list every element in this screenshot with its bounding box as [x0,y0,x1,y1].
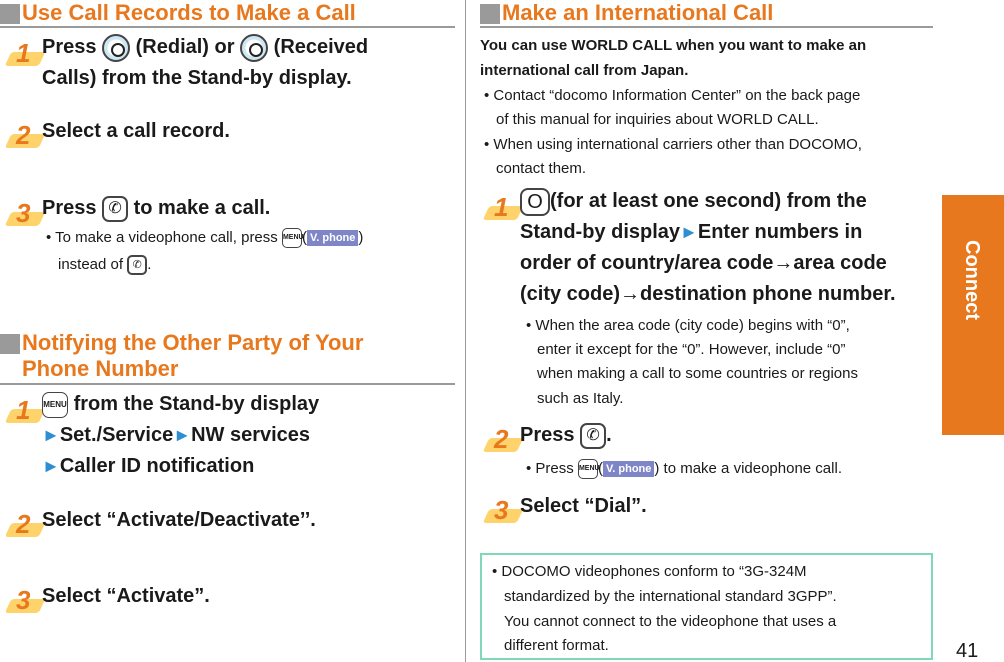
intro-bullet-1: • Contact “docomo Information Center” on… [484,87,861,104]
step-1-text-line2: Calls) from the Stand-by display. [42,67,352,89]
heading-rule [0,383,455,385]
note-box: • DOCOMO videophones conform to “3G-324M… [480,553,933,660]
received-calls-key-icon [240,33,269,62]
intl-step-1-line3: order of country/area code→area code [520,252,887,274]
note-line-1: • DOCOMO videophones conform to “3G-324M [492,563,807,580]
section-heading-call-records: Use Call Records to Make a Call [0,0,455,28]
intro-line2: international call from Japan. [480,62,689,79]
step-3-text: Press ✆ to make a call. [42,193,270,224]
section-title: Use Call Records to Make a Call [22,0,356,25]
step-number-1: 1 [4,395,46,429]
call-key-icon: ✆ [580,422,607,449]
intl-step-1-note-3: when making a call to some countries or … [537,365,858,382]
step-2-text: Select a call record. [42,120,230,142]
menu-key-icon: MENU [577,459,600,480]
triangle-arrow-icon: ► [173,425,192,445]
notify-step-1-line2: ►Set./Service►NW services [42,424,311,446]
step-number-1: 1 [482,192,524,226]
triangle-arrow-icon: ► [42,456,60,476]
step-number-2: 2 [4,120,46,154]
vphone-softkey-label: V. phone [306,230,359,247]
notify-step-1-line1: MENU from the Stand-by display [42,389,319,420]
intl-step-1-line1: O (for at least one second) from the [520,186,867,217]
page-number: 41 [956,640,979,662]
note-line-2: standardized by the international standa… [504,588,837,605]
intl-step-1-note-4: such as Italy. [537,390,624,407]
step-number-2: 2 [4,509,46,543]
vphone-softkey-label: V. phone [602,461,655,478]
step-3-note: • To make a videophone call, press MENU(… [46,225,363,250]
intl-step-1-line4: (city code)→destination phone number. [520,283,896,305]
intro-line1: You can use WORLD CALL when you want to … [480,37,867,54]
step-number-1: 1 [4,38,46,72]
intl-step-2-note: • Press MENU(V. phone) to make a videoph… [526,456,842,481]
step-3-note-line2: instead of ✆. [58,252,151,277]
notify-step-2-text: Select “Activate/Deactivate’’. [42,509,316,531]
notify-step-3-text: Select “Activate”. [42,585,210,607]
heading-rule [480,26,933,28]
column-divider [465,0,466,662]
intl-step-2-text: Press ✆. [520,420,612,451]
intro-bullet-2: • When using international carriers othe… [484,136,862,153]
notify-step-1-line3: ►Caller ID notification [42,455,255,477]
section-title: Make an International Call [502,0,774,25]
intl-step-1-line2: Stand-by display►Enter numbers in [520,221,863,243]
step-number-3: 3 [482,495,524,529]
step-number-3: 3 [4,585,46,619]
intro-bullet-1-cont: of this manual for inquiries about WORLD… [496,111,819,128]
triangle-arrow-icon: ► [680,222,698,242]
call-key-icon: ✆ [102,195,129,222]
step-number-3: 3 [4,198,46,232]
heading-square-icon [0,4,20,24]
zero-key-icon: O [520,187,550,216]
heading-square-icon [480,4,500,24]
step-1-text: Press (Redial) or (Received [42,32,368,63]
section-title-line1: Notifying the Other Party of Your [22,330,364,355]
menu-key-icon: MENU [281,228,304,249]
section-heading-international: Make an International Call [480,0,933,28]
note-line-4: different format. [504,637,609,654]
intro-bullet-2-cont: contact them. [496,160,587,177]
menu-key-icon: MENU [42,391,68,418]
note-line-3: You cannot connect to the videophone tha… [504,613,837,630]
section-heading-notify: Notifying the Other Party of Your Phone … [0,330,455,385]
intl-step-3-text: Select “Dial”. [520,495,647,517]
redial-key-icon [102,33,131,62]
section-title-line2: Phone Number [22,356,179,381]
triangle-arrow-icon: ► [42,425,60,445]
heading-square-icon [0,334,20,354]
intl-step-1-note-1: • When the area code (city code) begins … [526,317,850,334]
step-number-2: 2 [482,424,524,458]
intl-step-1-note-2: enter it except for the “0”. However, in… [537,341,846,358]
heading-rule [0,26,455,28]
chapter-label: Connect [961,240,983,320]
call-key-icon-small: ✆ [127,255,148,276]
